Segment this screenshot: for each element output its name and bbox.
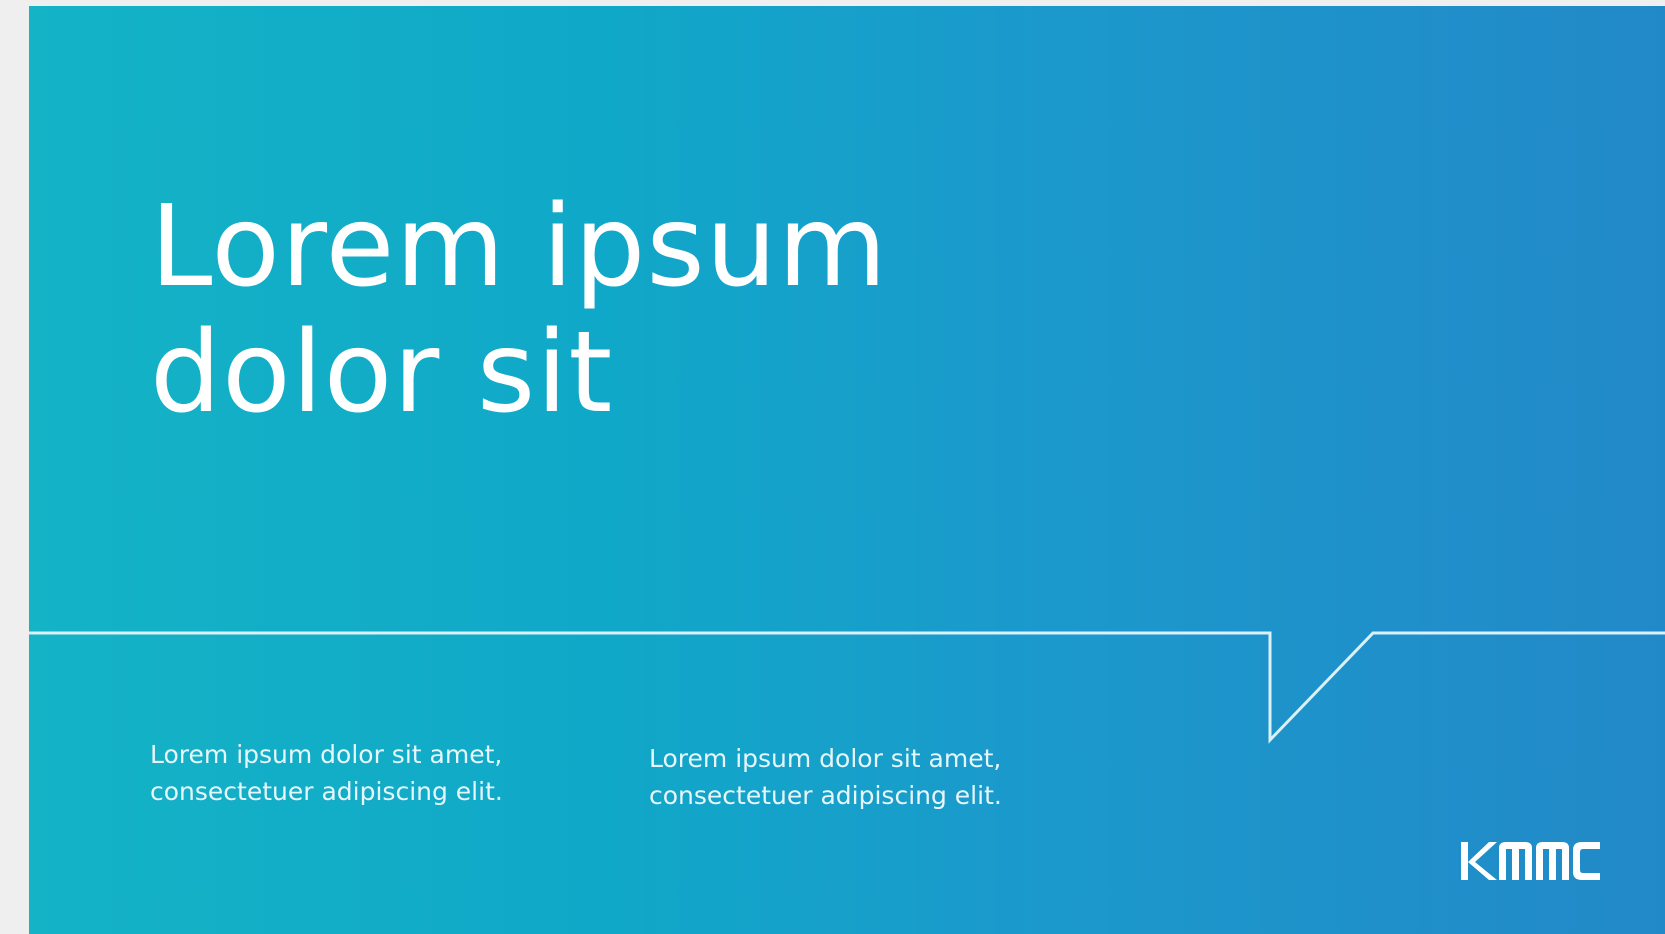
divider-line xyxy=(29,631,1665,744)
body-text-column-2-line-2: consectetuer adipiscing elit. xyxy=(649,781,1002,810)
slide-canvas: Lorem ipsum dolor sit Lorem ipsum dolor … xyxy=(29,6,1665,934)
body-text-column-1-line-1: Lorem ipsum dolor sit amet, xyxy=(150,740,503,769)
logo-glyphs xyxy=(1461,842,1600,880)
body-text-column-1: Lorem ipsum dolor sit amet, consectetuer… xyxy=(150,736,503,810)
body-text-column-2: Lorem ipsum dolor sit amet, consectetuer… xyxy=(649,740,1002,814)
slide-title-line-1: Lorem ipsum xyxy=(150,182,888,312)
slide-title: Lorem ipsum dolor sit xyxy=(150,184,888,436)
kmmc-logo xyxy=(1461,842,1600,880)
body-text-column-2-line-1: Lorem ipsum dolor sit amet, xyxy=(649,744,1002,773)
body-text-column-1-line-2: consectetuer adipiscing elit. xyxy=(150,777,503,806)
slide-title-line-2: dolor sit xyxy=(150,308,614,438)
